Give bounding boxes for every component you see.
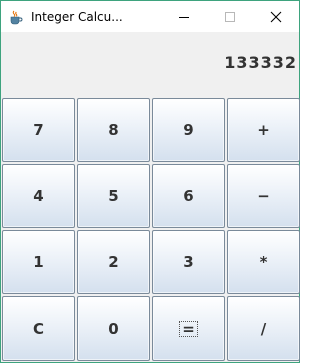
key-5[interactable]: 5 (77, 164, 150, 228)
key-0[interactable]: 0 (77, 296, 150, 361)
key-8[interactable]: 8 (77, 98, 150, 162)
key-label-focused: = (179, 320, 198, 337)
key-multiply[interactable]: * (227, 230, 300, 294)
key-7[interactable]: 7 (2, 98, 75, 162)
key-label: C (32, 319, 44, 338)
window-controls (161, 1, 299, 32)
key-label: 8 (108, 121, 119, 139)
java-cup-icon[interactable] (8, 9, 24, 25)
display-value: 133332 (224, 53, 297, 72)
key-label: 2 (108, 253, 119, 271)
key-label: − (257, 187, 270, 205)
window-title: Integer Calcu... (31, 9, 123, 24)
key-plus[interactable]: + (227, 98, 300, 162)
key-label: 3 (183, 253, 194, 271)
title-bar[interactable]: Integer Calcu... (1, 1, 299, 32)
key-9[interactable]: 9 (152, 98, 225, 162)
key-label: / (260, 319, 267, 338)
key-3[interactable]: 3 (152, 230, 225, 294)
close-icon (270, 11, 282, 22)
keypad: 7 8 9 + 4 5 6 − 1 2 3 * C 0 = / (1, 98, 300, 361)
key-4[interactable]: 4 (2, 164, 75, 228)
key-label: 4 (33, 187, 44, 205)
key-label: 9 (183, 121, 194, 139)
key-divide[interactable]: / (227, 296, 300, 361)
close-button[interactable] (253, 1, 299, 32)
key-label: 7 (33, 121, 44, 139)
key-label: 0 (108, 319, 119, 338)
key-label: + (257, 121, 270, 139)
key-label: 5 (108, 187, 119, 205)
key-1[interactable]: 1 (2, 230, 75, 294)
maximize-icon (225, 11, 235, 22)
display-panel: 133332 (1, 32, 299, 98)
minimize-button[interactable] (161, 1, 207, 32)
key-equals[interactable]: = (152, 296, 225, 361)
minimize-icon (179, 16, 189, 18)
key-minus[interactable]: − (227, 164, 300, 228)
maximize-button[interactable] (207, 1, 253, 32)
key-label: 1 (33, 253, 44, 271)
key-label: * (259, 253, 268, 271)
key-clear[interactable]: C (2, 296, 75, 361)
calculator-window: Integer Calcu... 133332 7 8 9 + 4 5 6 − … (0, 0, 300, 363)
key-2[interactable]: 2 (77, 230, 150, 294)
key-label: 6 (183, 187, 194, 205)
key-6[interactable]: 6 (152, 164, 225, 228)
